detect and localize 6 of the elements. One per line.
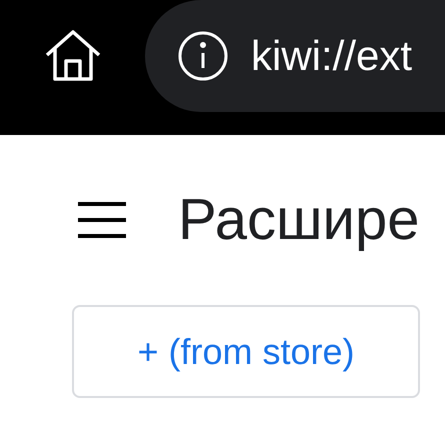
add-from-store-button[interactable]: + (from store) [72,305,420,398]
menu-icon[interactable] [78,201,126,239]
info-icon [177,30,229,82]
page-title: Расшире [178,191,420,249]
address-text: kiwi://ext [251,35,412,77]
address-bar[interactable]: kiwi://ext [145,0,445,112]
